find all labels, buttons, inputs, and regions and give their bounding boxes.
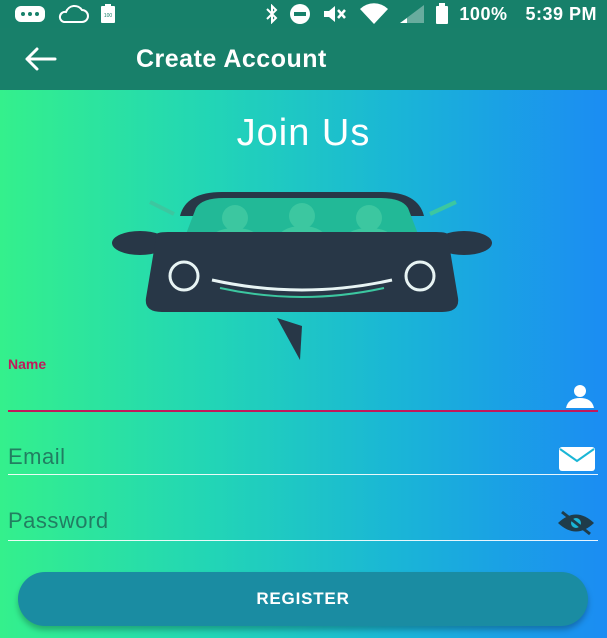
battery-badge-text: 100 [104,13,113,19]
eye-off-icon[interactable] [556,510,596,536]
back-button[interactable] [0,28,80,90]
battery-icon [436,3,449,24]
battery-small-icon: 100 [101,4,115,23]
arrow-left-icon [25,47,57,71]
join-heading: Join Us [236,112,371,154]
email-input[interactable] [8,440,598,474]
status-right: 100% 5:39 PM [265,3,597,25]
message-icon [15,6,45,22]
car-logo [112,192,492,360]
name-underline [8,410,598,412]
person-icon [566,385,594,408]
wifi-icon [360,3,389,24]
password-input[interactable] [8,504,598,538]
register-button[interactable]: REGISTER [18,572,588,626]
email-underline [8,474,598,475]
cloud-icon [58,5,89,23]
name-label: Name [8,356,47,372]
name-field[interactable]: Name [8,356,598,414]
vibrate-off-icon [324,6,347,22]
password-underline [8,540,598,541]
status-bar: 100 100% 5:39 PM [0,0,607,28]
name-input[interactable] [8,376,598,410]
status-left: 100 [14,4,116,24]
email-field[interactable] [8,440,598,476]
battery-percent: 100% [459,3,508,24]
do-not-disturb-icon [290,4,311,24]
app-bar: Create Account [0,28,607,90]
page-title: Create Account [136,44,327,73]
bluetooth-icon [266,4,278,24]
mail-icon [559,447,595,471]
signal-icon [400,5,425,23]
status-time: 5:39 PM [525,3,597,24]
password-field[interactable] [8,504,598,542]
